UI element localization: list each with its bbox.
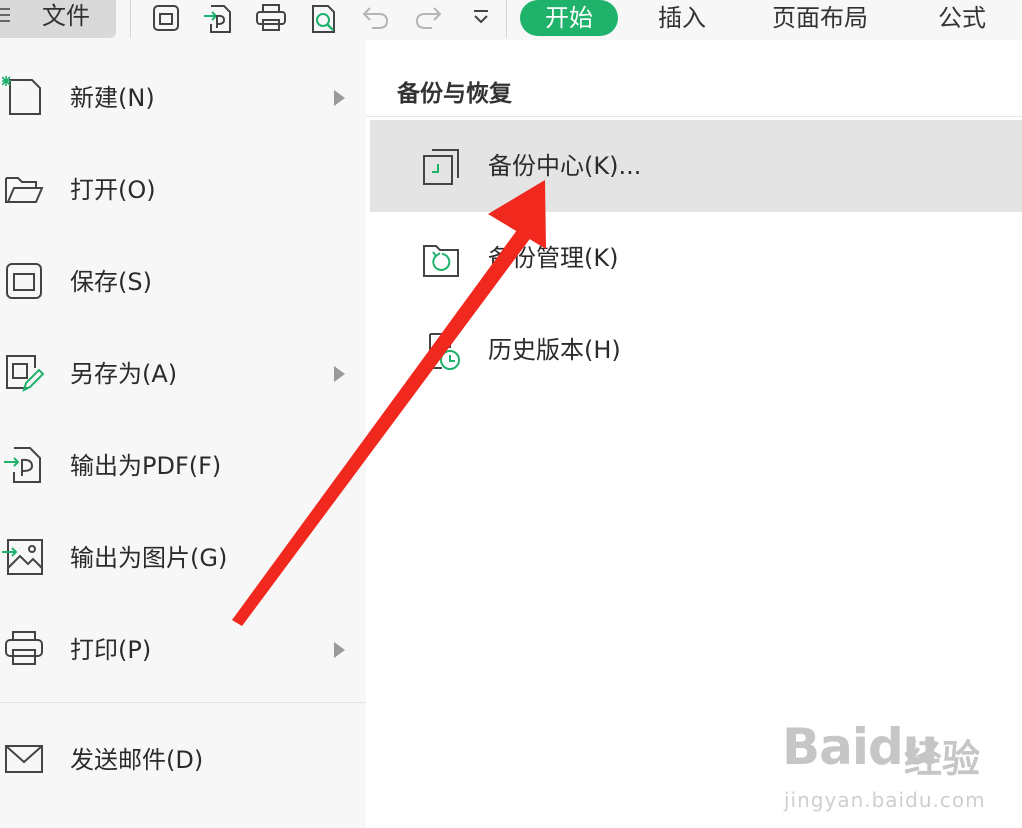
submenu-arrow-icon — [334, 90, 345, 106]
folder-open-icon — [5, 177, 44, 203]
hamburger-icon — [0, 8, 10, 22]
panel-divider — [366, 116, 1022, 117]
backup-center-item[interactable]: 备份中心(K)... — [370, 120, 1022, 212]
backup-manage-icon — [423, 245, 459, 277]
menu-item-label: 发送邮件(D) — [70, 746, 204, 774]
menu-item-new[interactable]: 新建(N) — [0, 52, 366, 144]
toolbar-divider — [506, 0, 507, 38]
print-icon — [5, 631, 43, 665]
menu-item-label: 输出为PDF(F) — [70, 452, 222, 480]
export-pdf-icon[interactable] — [202, 2, 236, 36]
menu-item-label: 另存为(A) — [70, 360, 178, 388]
watermark-url: jingyan.baidu.com — [784, 788, 986, 812]
undo-icon[interactable] — [360, 2, 392, 32]
submenu-arrow-icon — [334, 366, 345, 382]
menu-item-save[interactable]: 保存(S) — [0, 236, 366, 328]
export-image-icon — [2, 539, 43, 575]
history-version-icon — [424, 333, 460, 370]
file-menu-button[interactable]: 文件 — [0, 0, 116, 38]
backup-manage-item[interactable]: 备份管理(K) — [370, 212, 1022, 304]
print-icon[interactable] — [254, 2, 288, 34]
menu-item-print[interactable]: 打印(P) — [0, 604, 366, 696]
save-icon — [6, 263, 42, 299]
backup-restore-panel: 备份与恢复 备份中心(K)... 备份管理(K) 历史版本(H) — [366, 40, 1022, 828]
submenu-arrow-icon — [334, 642, 345, 658]
mail-icon — [5, 745, 43, 773]
tab-formulas[interactable]: 公式 — [938, 0, 986, 36]
print-preview-icon[interactable] — [308, 2, 342, 36]
redo-icon[interactable] — [412, 2, 444, 32]
more-dropdown-icon[interactable] — [470, 6, 492, 28]
backup-center-label: 备份中心(K)... — [488, 152, 642, 180]
watermark-suffix: 经验 — [904, 737, 981, 781]
menu-item-label: 打开(O) — [70, 176, 156, 204]
menu-item-label: 保存(S) — [70, 268, 152, 296]
menu-item-label: 打印(P) — [70, 636, 152, 664]
menu-item-export-pdf[interactable]: 输出为PDF(F) — [0, 420, 366, 512]
tab-insert[interactable]: 插入 — [658, 0, 706, 36]
menu-item-label: 新建(N) — [70, 84, 155, 112]
backup-manage-label: 备份管理(K) — [488, 244, 619, 272]
save-as-icon — [6, 355, 45, 392]
baidu-jingyan-watermark: Baidu 经验 jingyan.baidu.com — [780, 716, 1010, 826]
tab-home[interactable]: 开始 — [520, 0, 618, 36]
file-menu: 新建(N) 打开(O) 保存(S) 另存为(A) 输出为PDF(F) 输出为图片… — [0, 40, 367, 828]
menu-item-export-image[interactable]: 输出为图片(G) — [0, 512, 366, 604]
toolbar-divider — [130, 0, 131, 38]
file-menu-label: 文件 — [42, 2, 90, 30]
tab-page-layout[interactable]: 页面布局 — [772, 0, 868, 36]
export-pdf-icon — [4, 447, 41, 483]
menu-item-send-mail[interactable]: 发送邮件(D) — [0, 714, 366, 806]
new-document-icon — [2, 76, 41, 115]
menu-item-open[interactable]: 打开(O) — [0, 144, 366, 236]
save-icon[interactable] — [150, 2, 182, 34]
menu-divider — [0, 702, 366, 703]
backup-center-icon — [423, 149, 459, 185]
history-version-item[interactable]: 历史版本(H) — [370, 304, 1022, 396]
panel-title: 备份与恢复 — [397, 81, 512, 107]
history-version-label: 历史版本(H) — [488, 336, 621, 364]
menu-item-save-as[interactable]: 另存为(A) — [0, 328, 366, 420]
menu-item-label: 输出为图片(G) — [70, 544, 228, 572]
toolbar: 文件 开始 插入 页面布局 公式 — [0, 0, 1022, 40]
